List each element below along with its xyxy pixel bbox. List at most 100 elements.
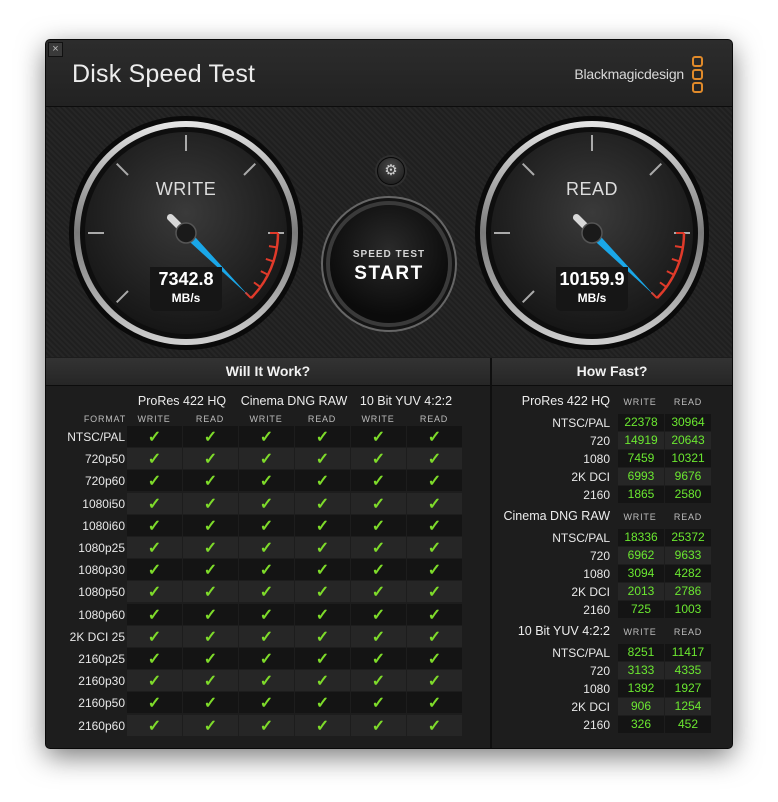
table-row: 1080p50 ✓ ✓ ✓ ✓ ✓ ✓	[46, 581, 490, 603]
compat-cell: ✓	[295, 714, 351, 736]
format-label: 1080	[583, 452, 610, 466]
format-label: 2160p50	[78, 696, 125, 711]
checkmark-icon: ✓	[147, 495, 162, 513]
compat-cell: ✓	[351, 426, 407, 447]
checkmark-icon: ✓	[203, 584, 218, 602]
checkmark-icon: ✓	[147, 562, 162, 580]
codec-header: Cinema DNG RAW	[240, 394, 348, 408]
read-fps-value: 10321	[671, 451, 705, 465]
checkmark-icon: ✓	[147, 606, 162, 624]
read-fps-cell: 9633	[665, 547, 712, 564]
read-fps-cell: 1927	[665, 680, 712, 697]
settings-button[interactable]: ⚙	[377, 157, 405, 185]
compat-cell: ✓	[239, 625, 295, 647]
compat-cell: ✓	[295, 448, 351, 470]
read-gauge-label: READ	[565, 179, 618, 199]
format-label: 2160p30	[78, 674, 125, 689]
table-row: 720 14919 20643	[492, 432, 732, 450]
checkmark-icon: ✓	[203, 717, 218, 735]
compat-cell: ✓	[183, 448, 239, 470]
read-fps-value: 9676	[674, 469, 702, 483]
table-row: NTSC/PAL 22378 30964	[492, 414, 732, 432]
table-row: 2160p60 ✓ ✓ ✓ ✓ ✓ ✓	[46, 714, 490, 737]
table-row: 2160p30 ✓ ✓ ✓ ✓ ✓ ✓	[46, 670, 490, 692]
table-row: NTSC/PAL 18336 25372	[492, 529, 732, 547]
write-fps-cell: 7459	[618, 450, 665, 467]
write-fps-value: 1865	[627, 487, 655, 501]
checkmark-icon: ✓	[147, 628, 162, 646]
compat-cell: ✓	[183, 648, 239, 669]
write-fps-cell: 3133	[618, 662, 665, 679]
write-column-header: WRITE	[137, 414, 171, 424]
compat-cell: ✓	[127, 625, 183, 647]
compat-cell: ✓	[239, 692, 295, 714]
checkmark-icon: ✓	[427, 473, 442, 491]
checkmark-icon: ✓	[147, 451, 162, 469]
compat-cell: ✓	[351, 670, 407, 692]
checkmark-icon: ✓	[371, 517, 386, 535]
write-fps-cell: 3094	[618, 565, 665, 582]
format-label: 2160p25	[78, 652, 125, 666]
compat-cell: ✓	[239, 448, 295, 470]
gear-icon: ⚙	[384, 162, 398, 179]
write-fps-cell: 22378	[618, 414, 665, 431]
compat-cell: ✓	[183, 514, 239, 536]
checkmark-icon: ✓	[203, 473, 218, 491]
format-label: NTSC/PAL	[552, 531, 610, 545]
checkmark-icon: ✓	[427, 651, 442, 668]
checkmark-icon: ✓	[203, 651, 218, 668]
checkmark-icon: ✓	[147, 540, 162, 557]
compat-cell: ✓	[127, 470, 183, 492]
compat-cell: ✓	[295, 559, 351, 581]
compat-cell: ✓	[127, 581, 183, 603]
read-column-header: READ	[673, 627, 703, 637]
start-button[interactable]: SPEED TEST START	[330, 205, 448, 323]
gauge-area: WRITE 7342.8 MB/s ⚙ SPEED TEST START REA…	[46, 107, 732, 357]
compat-cell: ✓	[127, 670, 183, 692]
write-fps-value: 7459	[627, 451, 655, 465]
table-row: 720 3133 4335	[492, 662, 732, 680]
table-row: 2K DCI 25 ✓ ✓ ✓ ✓ ✓ ✓	[46, 625, 490, 648]
format-label: 1080p25	[78, 541, 125, 555]
read-gauge-dial	[475, 116, 709, 350]
compat-cell: ✓	[127, 603, 183, 625]
table-row: NTSC/PAL 8251 11417	[492, 644, 732, 662]
format-label: 720	[589, 549, 610, 563]
checkmark-icon: ✓	[147, 473, 162, 491]
checkmark-icon: ✓	[203, 495, 218, 513]
checkmark-icon: ✓	[259, 562, 274, 580]
write-fps-cell: 906	[618, 698, 665, 715]
read-fps-cell: 9676	[665, 468, 712, 485]
compat-cell: ✓	[351, 492, 407, 514]
format-label: 1080i50	[82, 496, 125, 511]
read-column-header: READ	[419, 414, 449, 424]
compat-cell: ✓	[239, 492, 295, 514]
checkmark-icon: ✓	[259, 673, 274, 691]
start-button-label: START	[354, 263, 424, 284]
table-row: 720 6962 9633	[492, 547, 732, 565]
write-gauge-label: WRITE	[155, 179, 217, 199]
read-fps-value: 1254	[674, 699, 702, 713]
format-label: 2K DCI	[571, 470, 610, 484]
checkmark-icon: ✓	[315, 429, 330, 446]
write-column-header: WRITE	[249, 414, 283, 424]
write-fps-value: 18336	[624, 530, 658, 544]
write-gauge-dial	[69, 116, 303, 350]
read-fps-cell: 1003	[665, 601, 712, 618]
format-label: 2K DCI	[571, 585, 610, 599]
compat-cell: ✓	[407, 559, 463, 581]
compat-cell: ✓	[239, 603, 295, 625]
app-title: Disk Speed Test	[72, 60, 256, 88]
close-button[interactable]: ×	[48, 42, 63, 57]
checkmark-icon: ✓	[259, 540, 274, 557]
checkmark-icon: ✓	[259, 517, 274, 535]
format-label: 2K DCI 25	[69, 629, 125, 644]
compat-cell: ✓	[295, 603, 351, 625]
checkmark-icon: ✓	[315, 717, 330, 735]
compat-cell: ✓	[295, 537, 351, 558]
checkmark-icon: ✓	[203, 628, 218, 646]
checkmark-icon: ✓	[371, 429, 386, 446]
read-fps-value: 1003	[674, 602, 702, 616]
compat-cell: ✓	[183, 625, 239, 647]
format-label: 1080i60	[82, 518, 125, 533]
